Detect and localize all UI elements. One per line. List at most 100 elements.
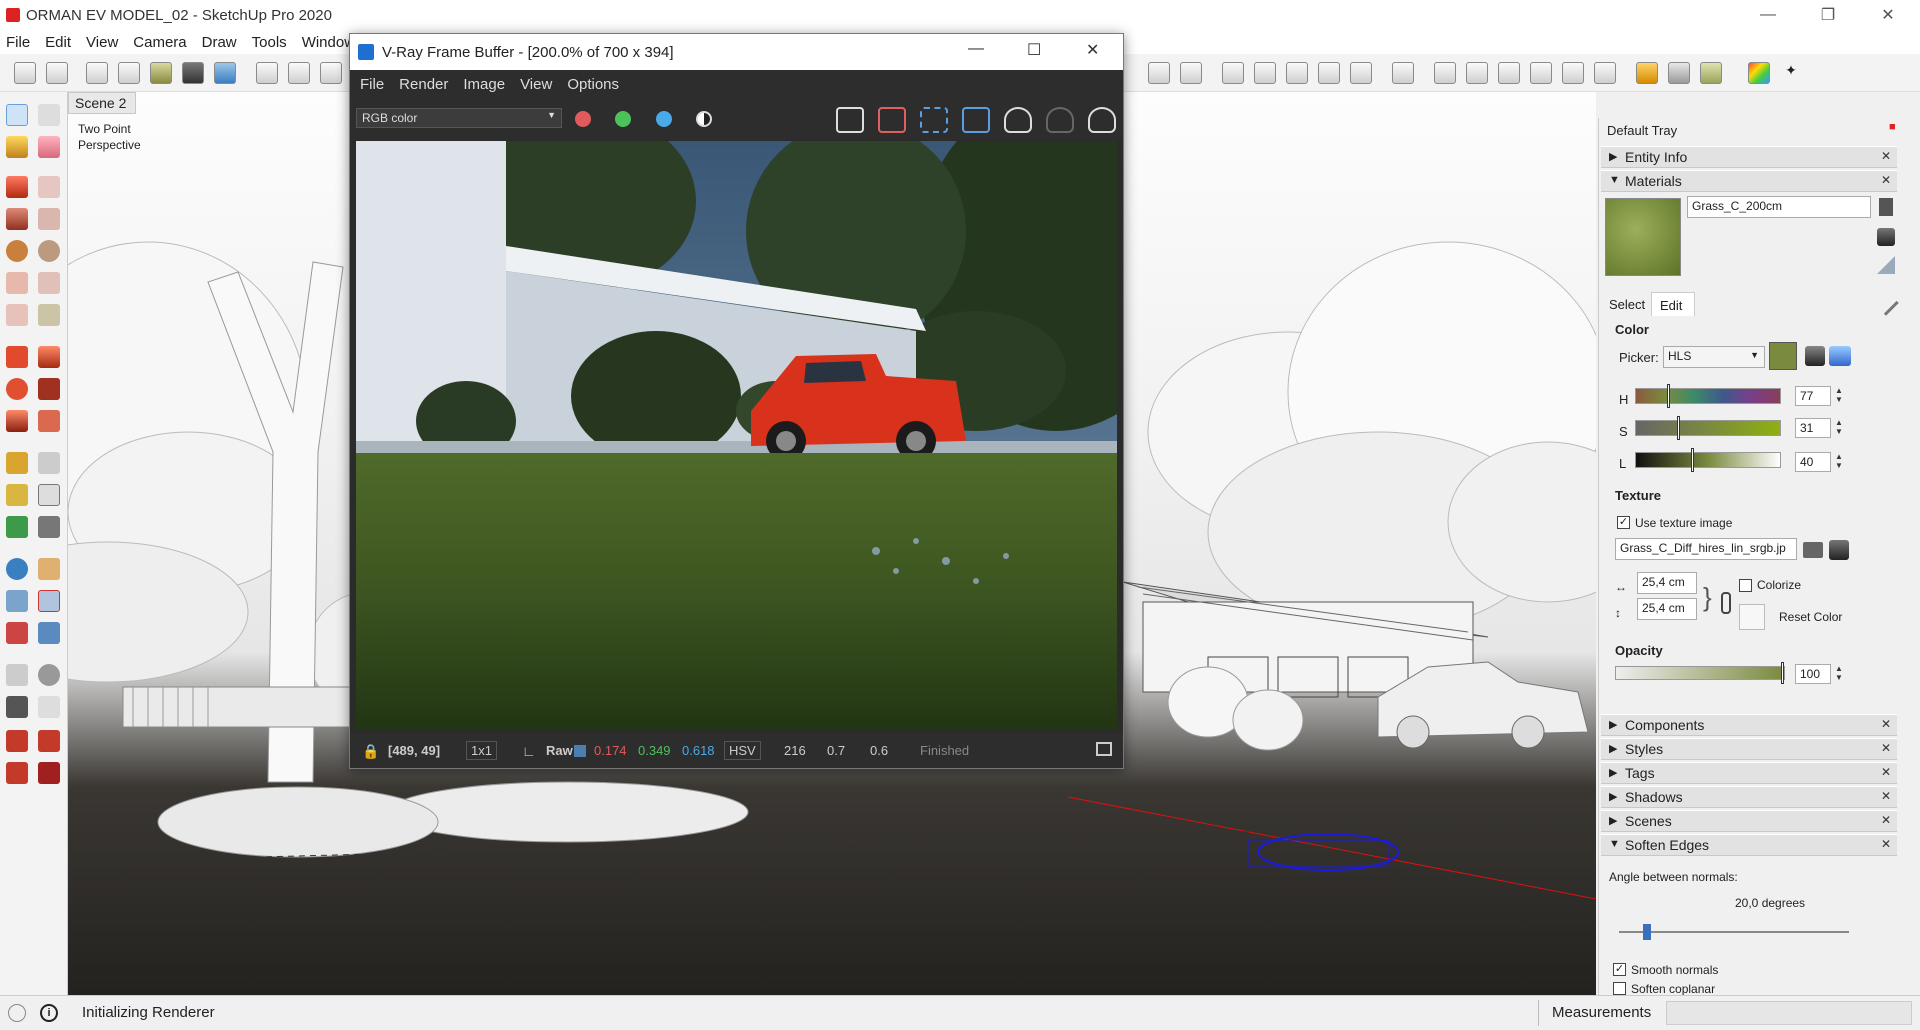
close-panel-icon[interactable]: ✕ <box>1881 717 1891 731</box>
sample-paint-icon[interactable] <box>1873 290 1899 316</box>
follow-me-icon[interactable] <box>38 378 60 400</box>
top-view-icon[interactable] <box>288 62 310 84</box>
h-slider-thumb[interactable] <box>1667 384 1670 408</box>
pointer-icon[interactable] <box>1392 62 1414 84</box>
s-slider-thumb[interactable] <box>1677 416 1680 440</box>
color-corrections-icon[interactable]: ∟ <box>522 743 536 759</box>
extension-icon[interactable]: ✦ <box>1780 62 1802 84</box>
offset-tool-icon[interactable] <box>38 410 60 432</box>
walk-icon[interactable] <box>6 696 28 718</box>
soften-edges-header[interactable]: ▼ Soften Edges ✕ <box>1601 834 1897 856</box>
menu-window[interactable]: Window <box>302 34 355 51</box>
close-button[interactable]: ✕ <box>1860 0 1916 30</box>
render-icon[interactable] <box>1088 107 1116 133</box>
components-header[interactable]: ▶ Components ✕ <box>1601 714 1897 736</box>
menu-tools[interactable]: Tools <box>252 34 287 51</box>
vray-menu-view[interactable]: View <box>520 76 552 93</box>
polygon-tool-icon[interactable] <box>38 240 60 262</box>
three-point-arc-icon[interactable] <box>6 304 28 326</box>
opacity-value-input[interactable]: 100 <box>1795 664 1831 684</box>
stop-render-icon[interactable] <box>1046 107 1074 133</box>
orbit-icon[interactable] <box>6 558 28 580</box>
vray-menu-file[interactable]: File <box>360 76 384 93</box>
lasso-select-icon[interactable] <box>38 104 60 126</box>
track-mouse-icon[interactable] <box>962 107 990 133</box>
default-material-icon[interactable] <box>1877 256 1895 274</box>
zoom-window-icon[interactable] <box>38 590 60 612</box>
vray-fur-icon[interactable] <box>1530 62 1552 84</box>
rendered-image[interactable] <box>356 141 1117 729</box>
hidden-line-icon[interactable] <box>118 62 140 84</box>
info-icon[interactable]: i <box>40 1004 58 1022</box>
vray-interactive-icon[interactable] <box>1668 62 1690 84</box>
tape-measure-icon[interactable] <box>6 452 28 474</box>
menu-view[interactable]: View <box>86 34 118 51</box>
vray-title-bar[interactable]: V-Ray Frame Buffer - [200.0% of 700 x 39… <box>350 34 1123 70</box>
h-spinner-icon[interactable]: ▲ ▼ <box>1833 386 1845 404</box>
move-tool-icon[interactable] <box>6 346 28 368</box>
3d-text-icon[interactable] <box>38 516 60 538</box>
vray-grid-icon[interactable] <box>1594 62 1616 84</box>
minimize-button[interactable]: — <box>1740 0 1796 30</box>
tab-edit[interactable]: Edit <box>1651 292 1695 316</box>
position-camera-icon[interactable] <box>6 664 28 686</box>
ruby-console-icon[interactable] <box>38 762 60 784</box>
rotate-tool-icon[interactable] <box>6 378 28 400</box>
match-color-model-icon[interactable] <box>1805 346 1825 366</box>
l-slider[interactable] <box>1635 452 1781 468</box>
home-icon[interactable] <box>320 62 342 84</box>
color-mode-select[interactable]: HSV <box>724 741 761 760</box>
alpha-channel-icon[interactable] <box>696 111 712 127</box>
menu-edit[interactable]: Edit <box>45 34 71 51</box>
color-picker-icon[interactable] <box>1748 62 1770 84</box>
green-channel-icon[interactable] <box>615 111 631 127</box>
axes-tool-icon[interactable] <box>6 516 28 538</box>
vray-render-icon[interactable] <box>1636 62 1658 84</box>
outer-shell-icon[interactable] <box>1148 62 1170 84</box>
vray-menu-image[interactable]: Image <box>463 76 505 93</box>
warehouse-icon[interactable] <box>6 730 28 752</box>
edit-texture-icon[interactable] <box>1829 540 1849 560</box>
browse-folder-icon[interactable] <box>1803 542 1823 558</box>
freehand-icon[interactable] <box>38 176 60 198</box>
color-swatch[interactable] <box>1769 342 1797 370</box>
eraser-icon[interactable] <box>38 136 60 158</box>
angle-slider[interactable] <box>1619 931 1849 933</box>
iso-view-icon[interactable] <box>256 62 278 84</box>
styles-header[interactable]: ▶ Styles ✕ <box>1601 738 1897 760</box>
soften-coplanar-checkbox[interactable] <box>1613 982 1626 995</box>
s-slider[interactable] <box>1635 420 1781 436</box>
vray-close-button[interactable]: ✕ <box>1086 40 1099 60</box>
circle-tool-icon[interactable] <box>6 240 28 262</box>
box-icon[interactable] <box>1286 62 1308 84</box>
restore-button[interactable]: ❐ <box>1800 0 1856 30</box>
vray-menu-render[interactable]: Render <box>399 76 448 93</box>
close-panel-icon[interactable]: ✕ <box>1881 149 1891 163</box>
texture-width-field[interactable]: 25,4 cm <box>1637 572 1697 594</box>
picker-select[interactable]: HLS ▼ <box>1663 346 1765 368</box>
save-image-icon[interactable] <box>836 107 864 133</box>
select-tool-icon[interactable] <box>6 104 28 126</box>
clear-image-icon[interactable] <box>878 107 906 133</box>
close-panel-icon[interactable]: ✕ <box>1881 789 1891 803</box>
section-plane-icon[interactable] <box>1222 62 1244 84</box>
material-name-field[interactable]: Grass_C_200cm <box>1687 196 1871 218</box>
h-slider[interactable] <box>1635 388 1781 404</box>
opacity-slider-thumb[interactable] <box>1781 662 1784 684</box>
materials-header[interactable]: ▼ Materials ✕ <box>1601 170 1897 192</box>
scale-tool-icon[interactable] <box>6 410 28 432</box>
menu-draw[interactable]: Draw <box>202 34 237 51</box>
h-value-input[interactable]: 77 <box>1795 386 1831 406</box>
section-plane-tool-icon[interactable] <box>38 696 60 718</box>
rectangle-tool-icon[interactable] <box>6 208 28 230</box>
scene-tab[interactable]: Scene 2 <box>68 92 136 114</box>
push-pull-icon[interactable] <box>38 346 60 368</box>
pan-icon[interactable] <box>38 558 60 580</box>
close-panel-icon[interactable]: ✕ <box>1881 765 1891 779</box>
menu-camera[interactable]: Camera <box>133 34 186 51</box>
wireframe-icon[interactable] <box>86 62 108 84</box>
shaded-textures-icon[interactable] <box>182 62 204 84</box>
s-spinner-icon[interactable]: ▲ ▼ <box>1833 418 1845 436</box>
angle-slider-thumb[interactable] <box>1643 924 1651 940</box>
vray-cloud-icon[interactable] <box>1700 62 1722 84</box>
